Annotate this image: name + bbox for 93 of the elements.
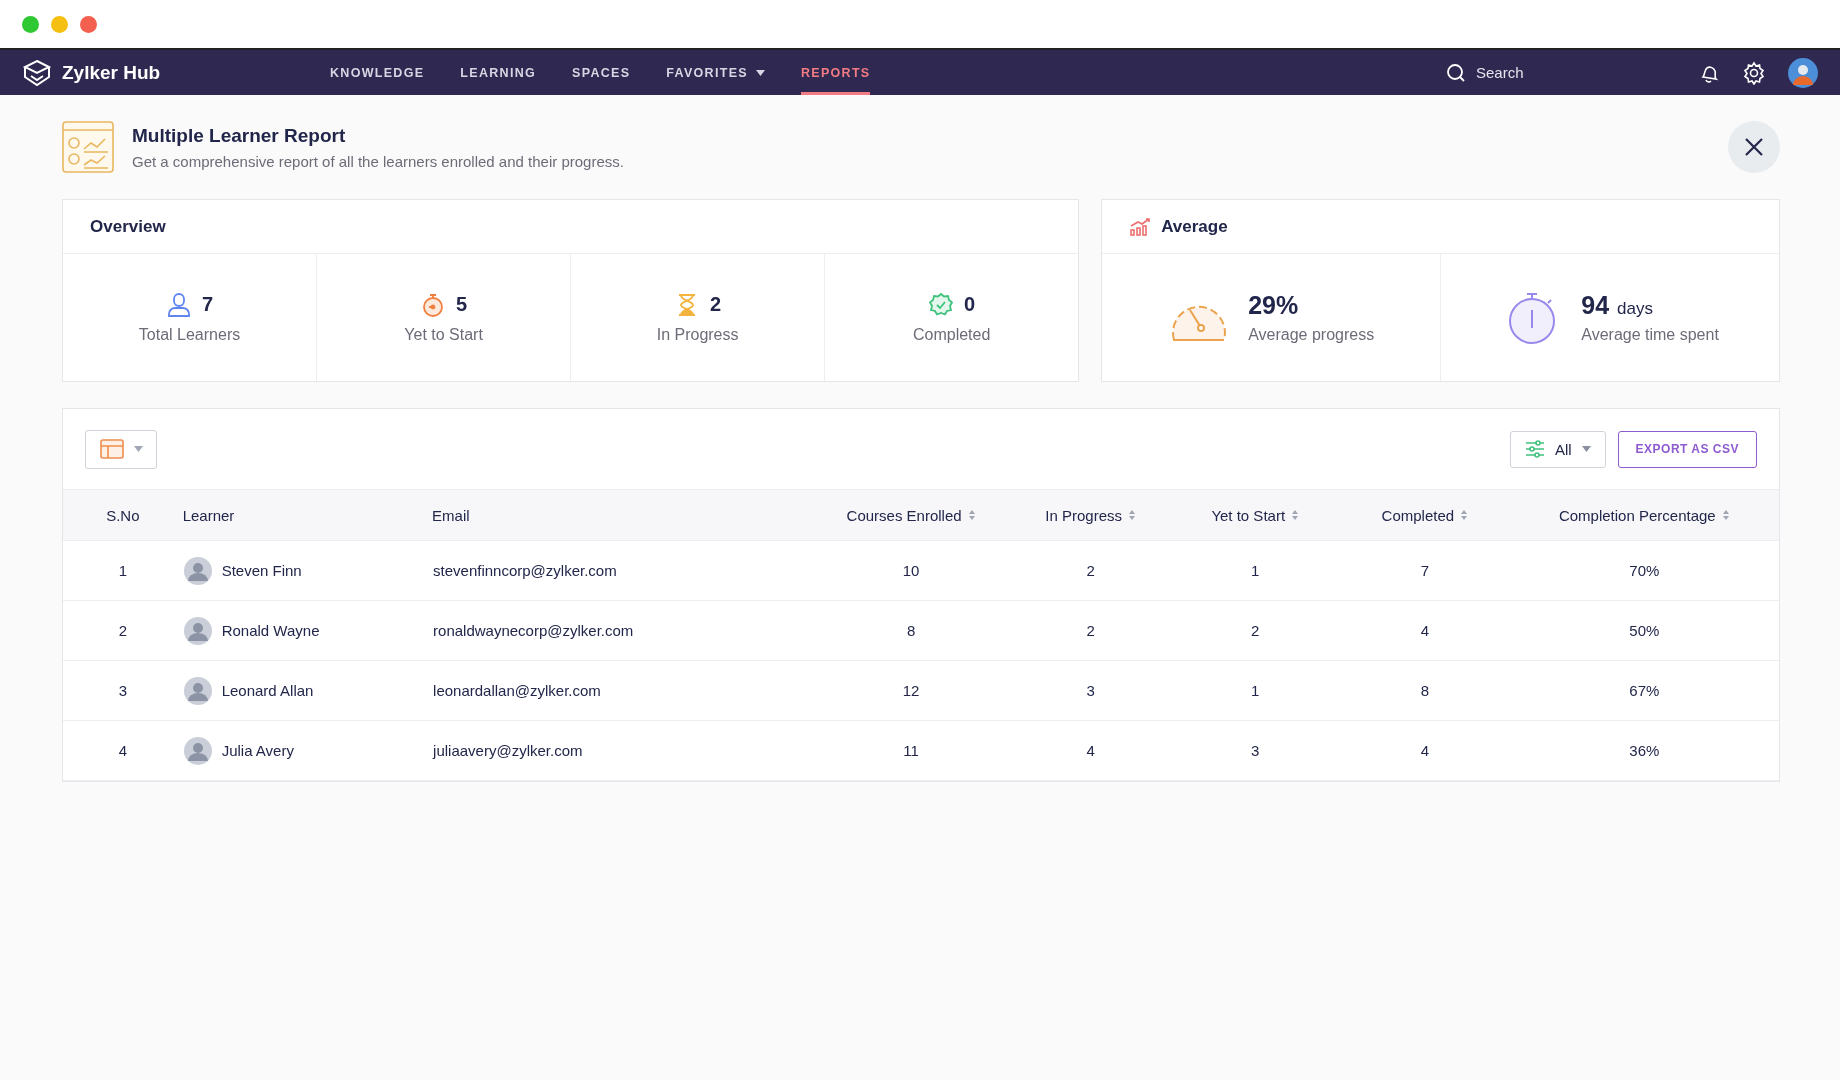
timer-icon — [420, 291, 446, 318]
stat-label: Total Learners — [138, 325, 241, 344]
logo-icon — [22, 58, 52, 87]
table-cell: 4 — [1420, 622, 1429, 639]
settings-icon[interactable] — [1742, 60, 1766, 85]
table-cell: 36% — [1629, 742, 1660, 759]
table-cell: ronaldwaynecorp@zylker.com — [433, 622, 634, 639]
table-cell: 50% — [1629, 622, 1660, 639]
close-button[interactable] — [1728, 121, 1780, 173]
window-minimize-dot[interactable] — [51, 15, 68, 33]
person-icon — [165, 291, 192, 318]
table-cell: 2 — [1086, 562, 1095, 579]
export-button[interactable]: EXPORT AS CSV — [1617, 430, 1757, 468]
caret-icon — [1581, 446, 1591, 452]
table-cell: stevenfinncorp@zylker.com — [433, 562, 617, 579]
filter-dropdown[interactable]: All — [1509, 430, 1606, 468]
search-icon — [1446, 62, 1466, 83]
stat-label: In Progress — [656, 325, 739, 344]
brand-name: Zylker Hub — [62, 61, 161, 84]
table-cell: 3 — [1251, 742, 1260, 759]
window-close-dot[interactable] — [22, 15, 39, 33]
column-header: Learner — [182, 506, 235, 524]
table-cell: 7 — [1420, 562, 1429, 579]
table-cell: 4 — [118, 742, 127, 759]
column-header[interactable]: In Progress — [1045, 506, 1136, 524]
card-title: Average — [1161, 216, 1228, 237]
sort-icon[interactable] — [1291, 509, 1300, 521]
learner-name: Julia Avery — [221, 742, 294, 759]
table-cell: 10 — [902, 562, 920, 579]
chart-icon — [1129, 216, 1152, 237]
avatar-icon — [183, 736, 212, 765]
report-icon — [62, 121, 114, 173]
sort-icon[interactable] — [967, 509, 976, 521]
nav-tab[interactable]: REPORTS — [800, 50, 871, 95]
table-cell: 67% — [1629, 682, 1660, 699]
avatar-icon — [183, 676, 212, 705]
stat-label: Yet to Start — [404, 325, 483, 344]
badge-icon — [928, 291, 955, 318]
caret-icon — [755, 69, 765, 76]
table-cell: 8 — [906, 622, 916, 639]
stat-label: Average time spent — [1581, 326, 1719, 344]
average-value: 94 — [1581, 291, 1610, 320]
table-cell: 1 — [118, 562, 127, 579]
table-cell: 2 — [1251, 622, 1260, 639]
avatar-icon — [183, 616, 212, 645]
sliders-icon — [1524, 440, 1545, 458]
view-dropdown[interactable] — [85, 429, 157, 469]
learner-name: Ronald Wayne — [221, 622, 320, 639]
close-icon — [1744, 137, 1764, 157]
avatar-icon[interactable] — [1788, 57, 1818, 88]
column-header: Email — [432, 506, 470, 524]
table-cell: 1 — [1251, 682, 1260, 699]
column-header: S.No — [106, 506, 140, 524]
average-value: 29% — [1248, 291, 1299, 320]
table-layout-icon — [99, 439, 124, 459]
nav-tab[interactable]: KNOWLEDGE — [330, 50, 425, 95]
sort-icon[interactable] — [1721, 509, 1730, 521]
nav-tab[interactable]: SPACES — [572, 50, 631, 95]
sort-icon[interactable] — [1460, 509, 1469, 521]
stat-label: Completed — [912, 325, 991, 344]
column-header[interactable]: Yet to Start — [1211, 506, 1300, 524]
table-cell: leonardallan@zylker.com — [433, 682, 601, 699]
caret-icon — [133, 446, 143, 452]
card-title: Overview — [90, 216, 166, 237]
stat-value: 0 — [964, 293, 976, 316]
nav-tab[interactable]: FAVORITES — [666, 50, 765, 95]
table-cell: juliaavery@zylker.com — [433, 742, 583, 759]
report-subtitle: Get a comprehensive report of all the learners enrolled and their progress. — [132, 152, 625, 170]
search-field[interactable]: Search — [1474, 63, 1628, 82]
stat-value: 7 — [201, 293, 214, 316]
avatar-icon — [183, 556, 212, 585]
stat-label: Average progress — [1248, 326, 1375, 344]
column-header[interactable]: Completed — [1381, 506, 1469, 524]
table-cell: 3 — [118, 682, 127, 699]
table-cell: 8 — [1420, 682, 1429, 699]
learner-name: Steven Finn — [221, 562, 302, 579]
stat-value: 2 — [710, 293, 722, 316]
table-cell: 3 — [1086, 682, 1095, 699]
report-title: Multiple Learner Report — [132, 124, 347, 147]
nav-tab[interactable]: LEARNING — [460, 50, 537, 95]
table-cell: 4 — [1086, 742, 1095, 759]
learner-name: Leonard Allan — [221, 682, 314, 699]
table-cell: 4 — [1420, 742, 1429, 759]
stat-value: 5 — [456, 293, 468, 316]
table-cell: 12 — [902, 682, 920, 699]
window-maximize-dot[interactable] — [80, 15, 97, 33]
unit-label: days — [1617, 299, 1653, 319]
table-cell: 2 — [118, 622, 127, 639]
table-cell: 2 — [1086, 622, 1095, 639]
table-cell: 1 — [1251, 562, 1260, 579]
table-cell: 11 — [903, 742, 919, 759]
table-cell: 70% — [1629, 562, 1660, 579]
sort-icon[interactable] — [1128, 509, 1136, 521]
